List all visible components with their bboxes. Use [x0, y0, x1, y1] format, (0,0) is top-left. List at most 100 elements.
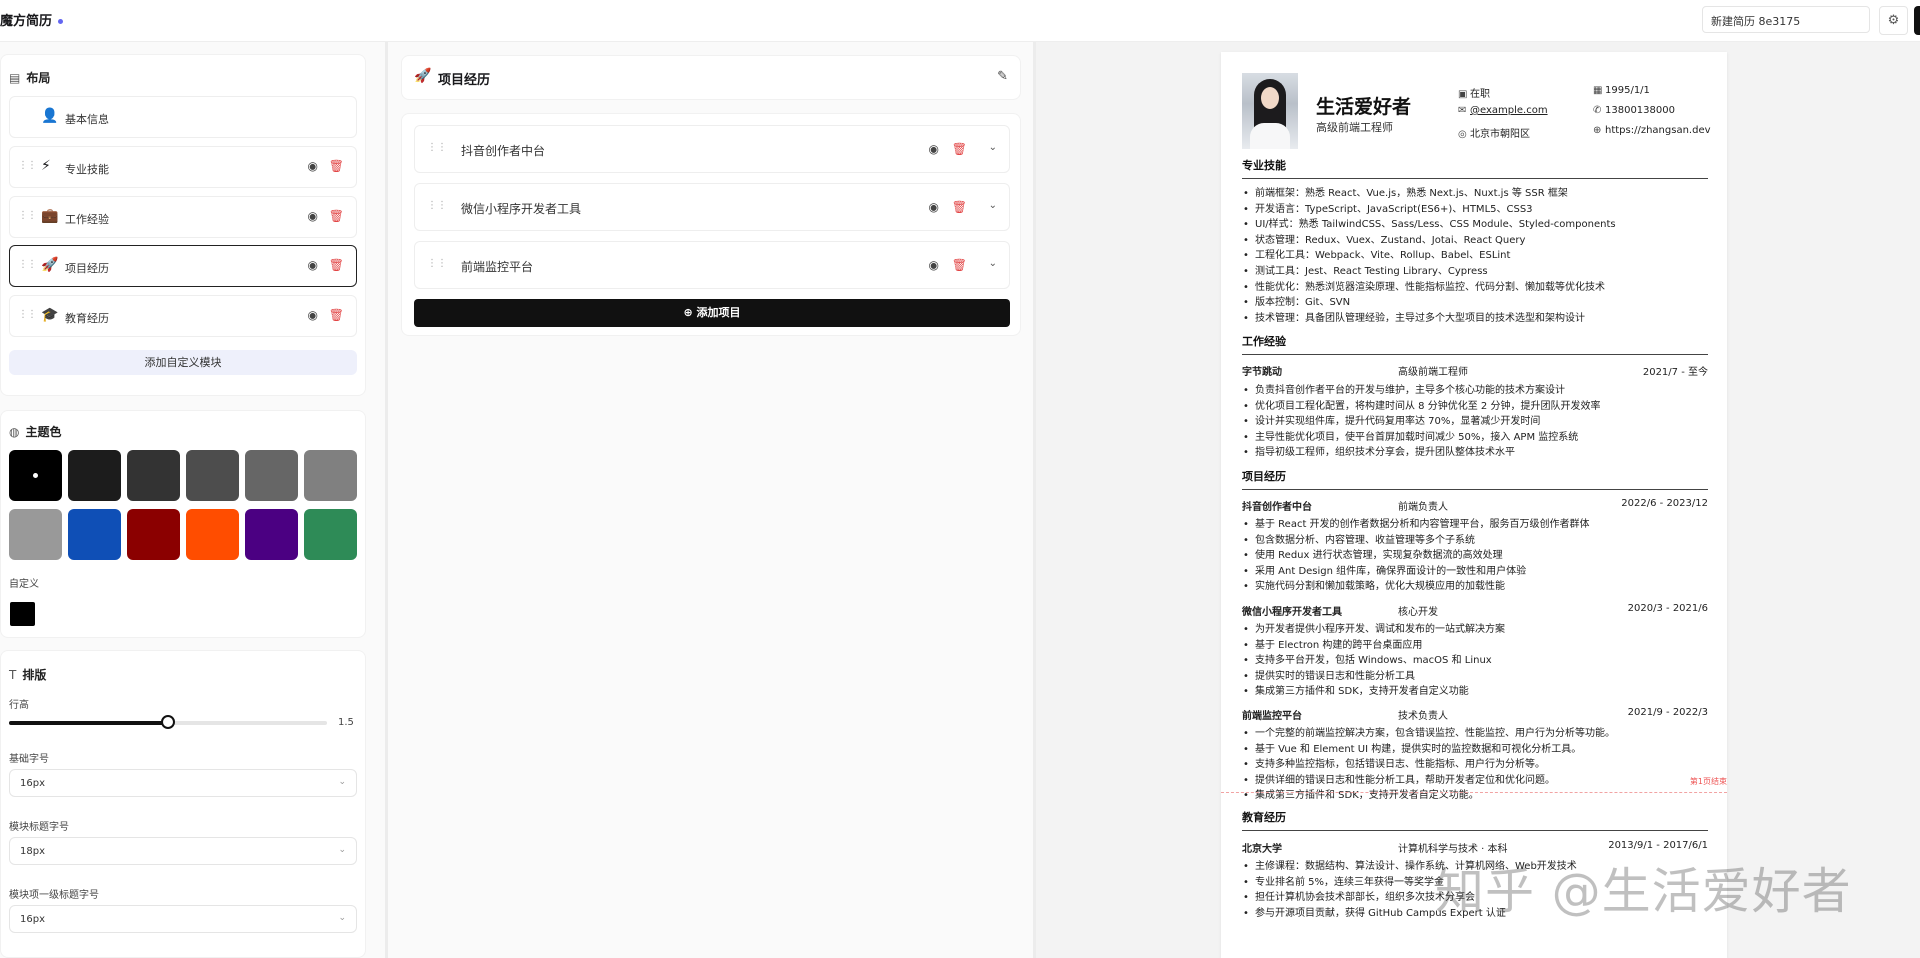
- project-bullet: 使用 Redux 进行状态管理，实现复杂数据流的高效处理: [1242, 548, 1708, 564]
- line-height-label: 行高: [9, 700, 29, 711]
- base-font-select[interactable]: 16px ⌄: [9, 769, 357, 797]
- skills-list: 前端框架：熟悉 React、Vue.js，熟悉 Next.js、Nuxt.js …: [1242, 186, 1708, 326]
- resume-name-input[interactable]: 新建简历 8e3175: [1702, 6, 1870, 33]
- project-bullet: 集成第三方插件和 SDK，支持开发者自定义功能: [1242, 684, 1708, 700]
- briefcase-icon: ▣: [1458, 89, 1468, 100]
- birth-info: ▦ 1995/1/1: [1593, 85, 1650, 96]
- eye-icon[interactable]: ◉: [929, 258, 939, 272]
- rocket-icon: 🚀: [41, 257, 59, 273]
- layout-title: ▤ 布局: [9, 71, 51, 85]
- add-custom-module-button[interactable]: 添加自定义模块: [9, 350, 357, 375]
- typography-title: T 排版: [9, 668, 47, 682]
- export-button[interactable]: [1914, 6, 1920, 35]
- slider-thumb[interactable]: [161, 715, 175, 729]
- eye-icon[interactable]: ◉: [308, 258, 318, 272]
- layout-item-label: 专业技能: [65, 163, 109, 176]
- eye-icon[interactable]: ◉: [308, 159, 318, 173]
- color-swatch[interactable]: [68, 509, 121, 560]
- color-swatch[interactable]: [9, 509, 62, 560]
- section-title-font-select[interactable]: 18px ⌄: [9, 837, 357, 865]
- trash-icon[interactable]: 🗑: [952, 200, 967, 214]
- status-info: ▣ 在职: [1458, 89, 1490, 100]
- work-section-title: 工作经验: [1242, 333, 1708, 355]
- calendar-icon: ▦: [1593, 85, 1603, 96]
- color-swatch[interactable]: [9, 450, 62, 501]
- location-info: ◎ 北京市朝阳区: [1458, 129, 1530, 140]
- trash-icon[interactable]: 🗑: [329, 159, 344, 173]
- globe-icon: ⊕: [1593, 125, 1602, 136]
- base-font-label: 基础字号: [9, 754, 49, 765]
- layout-item-education[interactable]: ⋮⋮ 🎓 教育经历 ◉ 🗑: [9, 295, 357, 337]
- app-brand[interactable]: 魔方简历: [0, 10, 64, 29]
- project-header: 前端监控平台 技术负责人 2021/9 - 2022/3: [1242, 707, 1708, 722]
- chevron-down-icon: ⌄: [338, 913, 346, 923]
- layout-item-projects[interactable]: ⋮⋮ 🚀 项目经历 ◉ 🗑: [9, 245, 357, 287]
- chevron-down-icon[interactable]: ⌄: [989, 258, 997, 269]
- eye-icon[interactable]: ◉: [929, 142, 939, 156]
- color-swatch[interactable]: [68, 450, 121, 501]
- trash-icon[interactable]: 🗑: [952, 142, 967, 156]
- graduation-cap-icon: 🎓: [41, 307, 59, 323]
- eye-icon[interactable]: ◉: [308, 209, 318, 223]
- trash-icon[interactable]: 🗑: [952, 258, 967, 272]
- subtitle-font-select[interactable]: 16px ⌄: [9, 905, 357, 933]
- user-icon: 👤: [41, 108, 59, 124]
- color-swatch[interactable]: [127, 509, 180, 560]
- add-project-button[interactable]: ⊕ 添加项目: [414, 299, 1010, 327]
- layout-item-skills[interactable]: ⋮⋮ ⚡ 专业技能 ◉ 🗑: [9, 146, 357, 188]
- layout-item-work[interactable]: ⋮⋮ 💼 工作经验 ◉ 🗑: [9, 196, 357, 238]
- eye-icon[interactable]: ◉: [308, 308, 318, 322]
- drag-handle-icon[interactable]: ⋮⋮: [427, 200, 447, 211]
- project-bullet: 支持多种监控指标，包括错误日志、性能指标、用户行为分析等。: [1242, 757, 1708, 773]
- color-swatch[interactable]: [304, 450, 357, 501]
- project-header: 微信小程序开发者工具 核心开发 2020/3 - 2021/6: [1242, 603, 1708, 618]
- brand-dot: [58, 19, 64, 24]
- drag-handle-icon[interactable]: ⋮⋮: [427, 142, 447, 153]
- project-bullets: 为开发者提供小程序开发、调试和发布的一站式解决方案 基于 Electron 构建…: [1242, 622, 1708, 700]
- phone-info: ✆ 13800138000: [1593, 105, 1675, 116]
- drag-handle-icon[interactable]: ⋮⋮: [18, 259, 37, 270]
- project-bullet: 支持多平台开发，包括 Windows、macOS 和 Linux: [1242, 653, 1708, 669]
- skill-item: 前端框架：熟悉 React、Vue.js，熟悉 Next.js、Nuxt.js …: [1242, 186, 1708, 202]
- project-item[interactable]: ⋮⋮ 抖音创作者中台 ◉ 🗑 ⌄: [414, 125, 1010, 173]
- trash-icon[interactable]: 🗑: [329, 308, 344, 322]
- color-swatch[interactable]: [186, 450, 239, 501]
- briefcase-icon: 💼: [41, 208, 59, 224]
- drag-handle-icon[interactable]: ⋮⋮: [18, 309, 37, 320]
- color-swatch[interactable]: [245, 509, 298, 560]
- color-swatch[interactable]: [186, 509, 239, 560]
- color-swatch[interactable]: [304, 509, 357, 560]
- lightning-icon: ⚡: [41, 158, 51, 174]
- resume-name: 生活爱好者: [1316, 96, 1412, 118]
- trash-icon[interactable]: 🗑: [329, 209, 344, 223]
- layout-item-basic[interactable]: 👤 基本信息: [9, 96, 357, 138]
- skill-item: 性能优化：熟悉浏览器渲染原理、性能指标监控、代码分割、懒加载等优化技术: [1242, 280, 1708, 296]
- project-item[interactable]: ⋮⋮ 前端监控平台 ◉ 🗑 ⌄: [414, 241, 1010, 289]
- gear-icon: ⚙: [1887, 13, 1900, 28]
- project-bullet: 基于 React 开发的创作者数据分析和内容管理平台，服务百万级创作者群体: [1242, 517, 1708, 533]
- color-swatch[interactable]: [245, 450, 298, 501]
- edit-pencil-icon[interactable]: ✎: [997, 69, 1008, 84]
- layout-card: ▤ 布局 👤 基本信息 ⋮⋮ ⚡ 专业技能 ◉ 🗑 ⋮⋮ 💼 工作经验 ◉ 🗑 ⋮…: [0, 54, 366, 396]
- chevron-down-icon[interactable]: ⌄: [989, 142, 997, 153]
- projects-section-title: 项目经历: [1242, 468, 1708, 490]
- line-height-slider[interactable]: [9, 715, 327, 729]
- panel-divider-left[interactable]: [385, 42, 388, 958]
- eye-icon[interactable]: ◉: [929, 200, 939, 214]
- trash-icon[interactable]: 🗑: [329, 258, 344, 272]
- project-bullet: 实施代码分割和懒加载策略，优化大规模应用的加载性能: [1242, 579, 1708, 595]
- color-swatch[interactable]: [127, 450, 180, 501]
- page-end-label: 第1页结束: [1689, 777, 1727, 786]
- chevron-down-icon[interactable]: ⌄: [989, 200, 997, 211]
- drag-handle-icon[interactable]: ⋮⋮: [18, 160, 37, 171]
- project-bullet: 提供详细的错误日志和性能分析工具，帮助开发者定位和优化问题。: [1242, 773, 1708, 789]
- layout-item-label: 教育经历: [65, 312, 109, 325]
- selected-indicator: [33, 473, 38, 478]
- drag-handle-icon[interactable]: ⋮⋮: [427, 258, 447, 269]
- settings-button[interactable]: ⚙: [1879, 6, 1908, 35]
- work-header: 字节跳动 高级前端工程师 2021/7 - 至今: [1242, 367, 1708, 378]
- custom-color-picker[interactable]: [10, 602, 35, 626]
- project-item[interactable]: ⋮⋮ 微信小程序开发者工具 ◉ 🗑 ⌄: [414, 183, 1010, 231]
- chevron-down-icon: ⌄: [338, 777, 346, 787]
- drag-handle-icon[interactable]: ⋮⋮: [18, 210, 37, 221]
